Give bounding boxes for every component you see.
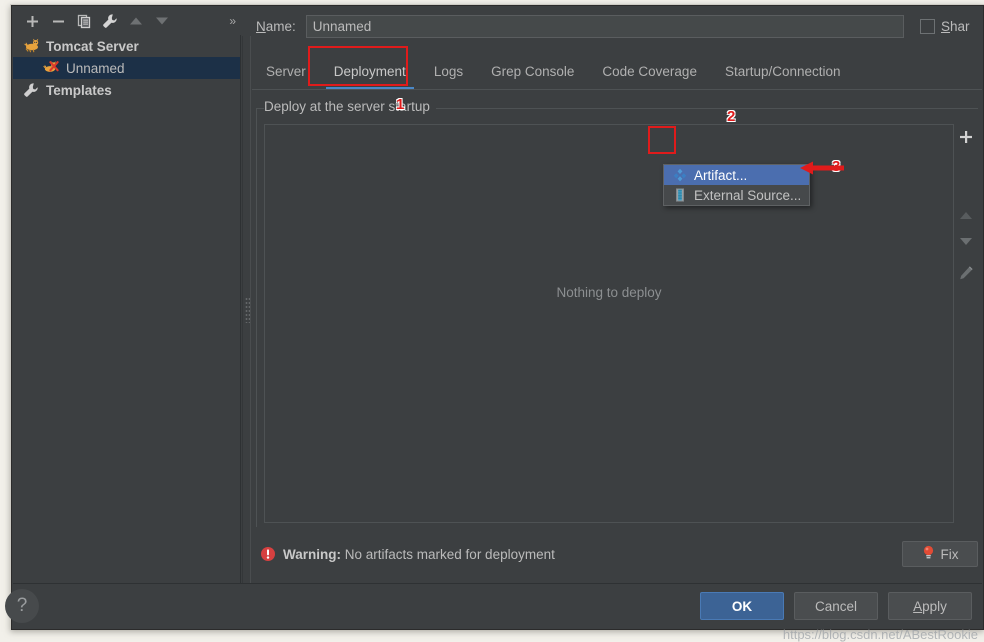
error-icon [260,546,276,562]
plus-icon [26,15,38,27]
name-label: Name: [256,18,296,34]
configuration-tree: Tomcat Server Unnamed Templates [13,35,241,583]
arrow-up-icon [960,211,972,219]
cancel-button[interactable]: Cancel [794,592,878,620]
configuration-detail-pane: Name: Shar Server Deployment Logs Grep C… [252,7,982,583]
remove-configuration-icon[interactable] [45,9,71,33]
menu-item-external-source[interactable]: External Source... [664,185,809,205]
copy-configuration-icon[interactable] [71,9,97,33]
wrench-icon [103,14,117,28]
move-down-icon[interactable] [149,9,175,33]
share-checkbox-wrap[interactable]: Shar [920,18,982,34]
group-left-border [256,108,257,527]
tab-logs[interactable]: Logs [420,55,477,89]
sidebar-item-tomcat-server[interactable]: Tomcat Server [13,35,240,57]
tab-bar: Server Deployment Logs Grep Console Code… [252,55,982,89]
tab-separator [252,89,982,90]
menu-item-label: Artifact... [694,167,748,183]
share-label: Shar [941,18,970,34]
minus-icon [52,20,64,22]
tomcat-icon [23,38,41,54]
edit-button[interactable] [954,260,978,286]
share-checkbox[interactable] [920,18,935,34]
config-toolbar: » [13,7,241,35]
tab-startup-connection[interactable]: Startup/Connection [711,55,855,89]
external-source-icon [672,188,688,202]
toolbar-overflow-icon[interactable]: » [229,14,236,28]
add-configuration-icon[interactable] [19,9,45,33]
edit-templates-icon[interactable] [97,9,123,33]
deploy-group: Deploy at the server startup Nothing to … [256,99,978,527]
arrow-up-icon [130,17,142,25]
name-input[interactable] [305,14,904,38]
arrow-down-icon [156,17,168,25]
name-row: Name: Shar [252,13,982,39]
tab-deployment[interactable]: Deployment [320,55,420,89]
warning-text: Warning: No artifacts marked for deploym… [283,547,555,562]
warning-row: Warning: No artifacts marked for deploym… [256,537,978,571]
deployment-list[interactable]: Nothing to deploy [264,124,954,523]
panel-splitter[interactable] [242,36,251,583]
dialog-buttons: OK Cancel Apply [690,592,972,620]
wrench-icon [23,82,41,98]
splitter-grip[interactable] [245,296,250,323]
menu-item-artifact[interactable]: Artifact... [664,165,809,185]
apply-button[interactable]: Apply [888,592,972,620]
arrow-down-icon [960,237,972,245]
move-down-button[interactable] [954,228,978,254]
ok-button[interactable]: OK [700,592,784,620]
sidebar-item-label: Tomcat Server [46,38,139,54]
dialog-button-bar: ? OK Cancel Apply [5,583,982,628]
deployment-actions-toolbar [954,124,978,286]
artifact-icon [672,168,688,182]
tomcat-error-icon [42,60,61,76]
fix-button[interactable]: Fix [902,541,978,567]
add-menu-popup: Artifact... External Source... [663,164,810,206]
dialog-inner-frame: » Tomcat Server Unnamed Templates Name: … [5,5,984,630]
fix-button-label: Fix [940,546,959,562]
screenshot-root: » Tomcat Server Unnamed Templates Name: … [0,0,984,642]
tab-code-coverage[interactable]: Code Coverage [588,55,711,89]
add-artifact-button[interactable] [954,124,978,150]
warning-message: No artifacts marked for deployment [344,546,555,562]
warning-prefix: Warning: [283,546,341,562]
pencil-icon [960,266,973,280]
sidebar-item-unnamed[interactable]: Unnamed [13,57,240,79]
empty-list-message: Nothing to deploy [556,285,662,300]
sidebar-item-label: Templates [46,82,112,98]
lightbulb-icon [922,545,935,563]
help-button[interactable]: ? [5,589,39,623]
plus-icon [960,131,972,143]
tab-grep-console[interactable]: Grep Console [477,55,588,89]
tab-server[interactable]: Server [252,55,320,89]
copy-icon [77,14,90,28]
move-up-button[interactable] [954,202,978,228]
menu-item-label: External Source... [694,187,802,203]
dialog-window: » Tomcat Server Unnamed Templates Name: … [5,4,984,630]
sidebar-item-label: Unnamed [66,60,125,76]
group-title: Deploy at the server startup [264,99,436,114]
sidebar-item-templates[interactable]: Templates [13,79,240,101]
move-up-icon[interactable] [123,9,149,33]
